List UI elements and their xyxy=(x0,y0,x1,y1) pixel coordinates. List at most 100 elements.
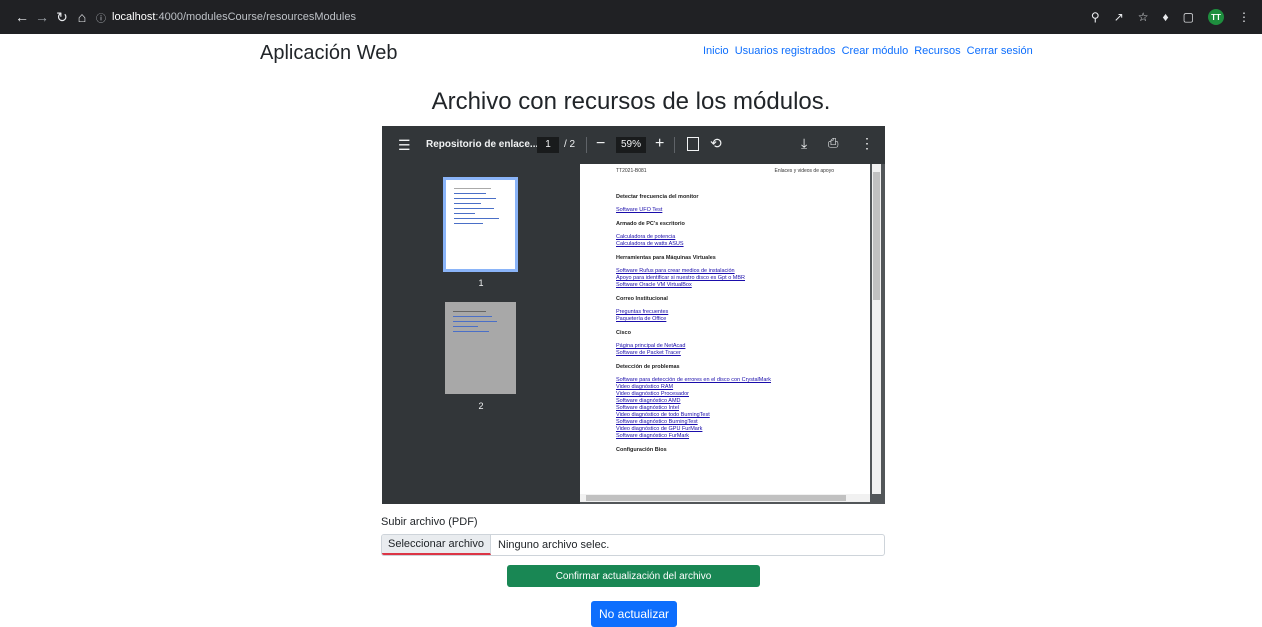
pdf-section-title: Detectar frecuencia del monitor xyxy=(616,194,699,200)
pdf-header-left: TT2021-B081 xyxy=(616,168,647,174)
pdf-link[interactable]: Software de Packet Tracer xyxy=(616,350,834,357)
pdf-link[interactable]: Software diagnóstico FurMark xyxy=(616,433,834,440)
pdf-page: TT2021-B081 Enlaces y videos de apoyo De… xyxy=(580,164,870,494)
vertical-scrollbar[interactable] xyxy=(872,164,881,494)
thumb-line xyxy=(453,331,489,332)
hamburger-menu-icon[interactable]: ☰ xyxy=(398,137,411,154)
fit-page-icon[interactable] xyxy=(687,137,699,151)
browser-toolbar: ← → ↻ ⌂ ⓘ localhost:4000/modulesCourse/r… xyxy=(0,0,1262,34)
pdf-link[interactable]: Página principal de NetAcad xyxy=(616,343,834,350)
horizontal-scrollbar[interactable] xyxy=(580,494,870,502)
url-host: localhost xyxy=(112,11,156,23)
pdf-link[interactable]: Video diagnóstico de GPU FurMark xyxy=(616,426,834,433)
thumb-line xyxy=(454,198,497,199)
print-icon[interactable]: ⎙ xyxy=(828,135,838,151)
pdf-section-title: Herramientas para Máquinas Virtuales xyxy=(616,255,716,261)
pdf-link[interactable]: Video diagnóstico Procesador xyxy=(616,391,834,398)
nav-link-recursos[interactable]: Recursos xyxy=(914,45,960,57)
pdf-document-title: Repositorio de enlace... xyxy=(426,139,539,150)
thumb-line xyxy=(454,208,494,209)
download-icon[interactable]: ⤓ xyxy=(801,135,807,152)
page-number-input[interactable]: 1 xyxy=(537,137,559,153)
url-path: :4000/modulesCourse/resourcesModules xyxy=(155,11,356,23)
pdf-link[interactable]: Preguntas frecuentes xyxy=(616,309,834,316)
pdf-link[interactable]: Software diagnóstico BurningTest xyxy=(616,419,834,426)
thumb-line xyxy=(454,203,481,204)
thumb-line xyxy=(453,326,478,327)
thumb-line xyxy=(453,311,486,312)
pdf-link[interactable]: Calculadora de potencia xyxy=(616,234,834,241)
pdf-link[interactable]: Apoyo para identificar si nuestro disco … xyxy=(616,275,834,282)
share-icon[interactable]: ↗ xyxy=(1114,10,1124,24)
zoom-level-input[interactable]: 59% xyxy=(616,137,646,153)
pdf-link[interactable]: Software Oracle VM VirtualBox xyxy=(616,282,834,289)
thumb-line xyxy=(454,213,476,214)
page-thumbnail-1[interactable] xyxy=(443,177,518,272)
thumb-line xyxy=(454,193,486,194)
pdf-link[interactable]: Calculadora de watts ASUS xyxy=(616,241,834,248)
pdf-page-header: TT2021-B081 Enlaces y videos de apoyo xyxy=(616,168,834,174)
more-options-icon[interactable]: ⋮ xyxy=(860,135,874,152)
pdf-section-title: Cisco xyxy=(616,330,631,336)
profile-avatar[interactable]: TT xyxy=(1208,9,1224,25)
toolbar-divider xyxy=(586,137,587,153)
pdf-section-title: Correo Institucional xyxy=(616,296,668,302)
nav-link-crear-modulo[interactable]: Crear módulo xyxy=(842,45,909,57)
toolbar-divider xyxy=(674,137,675,153)
cancel-update-button[interactable]: No actualizar xyxy=(591,601,677,627)
pdf-sections: Detectar frecuencia del monitor Software … xyxy=(616,194,834,453)
zoom-icon[interactable]: ⚲ xyxy=(1091,10,1100,24)
extensions-icon[interactable]: ♦ xyxy=(1163,10,1169,24)
select-file-button[interactable]: Seleccionar archivo xyxy=(382,535,491,555)
pdf-section-title: Detección de problemas xyxy=(616,364,680,370)
pdf-link[interactable]: Software diagnóstico Intel xyxy=(616,405,834,412)
thumb-line xyxy=(453,321,497,322)
zoom-in-icon[interactable]: + xyxy=(655,135,664,153)
page-title: Archivo con recursos de los módulos. xyxy=(431,88,831,115)
pdf-link[interactable]: Software UFO Test xyxy=(616,207,834,214)
browser-actions: ⚲ ↗ ☆ ♦ ▢ TT ⋮ xyxy=(1091,0,1250,34)
pdf-link[interactable]: Software para detección de errores en el… xyxy=(616,377,834,384)
zoom-out-icon[interactable]: − xyxy=(596,135,605,153)
thumb-line xyxy=(453,316,492,317)
thumb-line xyxy=(454,218,500,219)
page-thumbnail-2[interactable] xyxy=(445,302,516,394)
main-nav: Inicio Usuarios registrados Crear módulo… xyxy=(703,45,1033,57)
address-bar[interactable]: ⓘ localhost:4000/modulesCourse/resources… xyxy=(96,6,356,28)
pdf-link[interactable]: Software diagnóstico AMD xyxy=(616,398,834,405)
brand-title[interactable]: Aplicación Web xyxy=(260,42,397,65)
reload-icon[interactable]: ↻ xyxy=(54,9,70,25)
pdf-link[interactable]: Video diagnóstico RAM xyxy=(616,384,834,391)
back-icon[interactable]: ← xyxy=(14,9,30,25)
confirm-update-button[interactable]: Confirmar actualización del archivo xyxy=(507,565,760,587)
pdf-document-area[interactable]: TT2021-B081 Enlaces y videos de apoyo De… xyxy=(580,164,885,504)
scroll-thumb[interactable] xyxy=(586,495,846,501)
upload-label: Subir archivo (PDF) xyxy=(381,516,478,528)
pdf-section-title: Armado de PC's escritorio xyxy=(616,221,685,227)
pdf-link[interactable]: Video diagnóstico de todo BurningTest xyxy=(616,412,834,419)
scroll-thumb[interactable] xyxy=(873,172,880,300)
home-icon[interactable]: ⌂ xyxy=(74,9,90,25)
pdf-link[interactable]: Paquetería de Office xyxy=(616,316,834,323)
bookmark-star-icon[interactable]: ☆ xyxy=(1138,10,1149,24)
menu-kebab-icon[interactable]: ⋮ xyxy=(1238,10,1250,24)
thumbnail-label-1: 1 xyxy=(478,278,484,288)
pdf-section-title: Configuración Bios xyxy=(616,447,667,453)
thumb-line xyxy=(454,188,492,189)
nav-link-cerrar-sesion[interactable]: Cerrar sesión xyxy=(967,45,1033,57)
pdf-header-right: Enlaces y videos de apoyo xyxy=(774,168,834,174)
pdf-link[interactable]: Software Rufus para crear medios de inst… xyxy=(616,268,834,275)
nav-link-usuarios[interactable]: Usuarios registrados xyxy=(735,45,836,57)
forward-icon[interactable]: → xyxy=(34,9,50,25)
thumbnail-sidebar: 1 2 xyxy=(382,164,580,504)
pdf-toolbar: ☰ Repositorio de enlace... 1 / 2 − 59% +… xyxy=(382,126,885,164)
thumbnail-label-2: 2 xyxy=(478,401,484,411)
nav-link-inicio[interactable]: Inicio xyxy=(703,45,729,57)
page-total: / 2 xyxy=(564,139,576,150)
file-input[interactable]: Seleccionar archivo Ninguno archivo sele… xyxy=(381,534,885,556)
file-status-text: Ninguno archivo selec. xyxy=(498,539,610,551)
sidepanel-icon[interactable]: ▢ xyxy=(1183,10,1194,24)
thumb-line xyxy=(454,223,484,224)
info-icon[interactable]: ⓘ xyxy=(96,10,106,25)
rotate-icon[interactable]: ⟲ xyxy=(710,135,722,152)
